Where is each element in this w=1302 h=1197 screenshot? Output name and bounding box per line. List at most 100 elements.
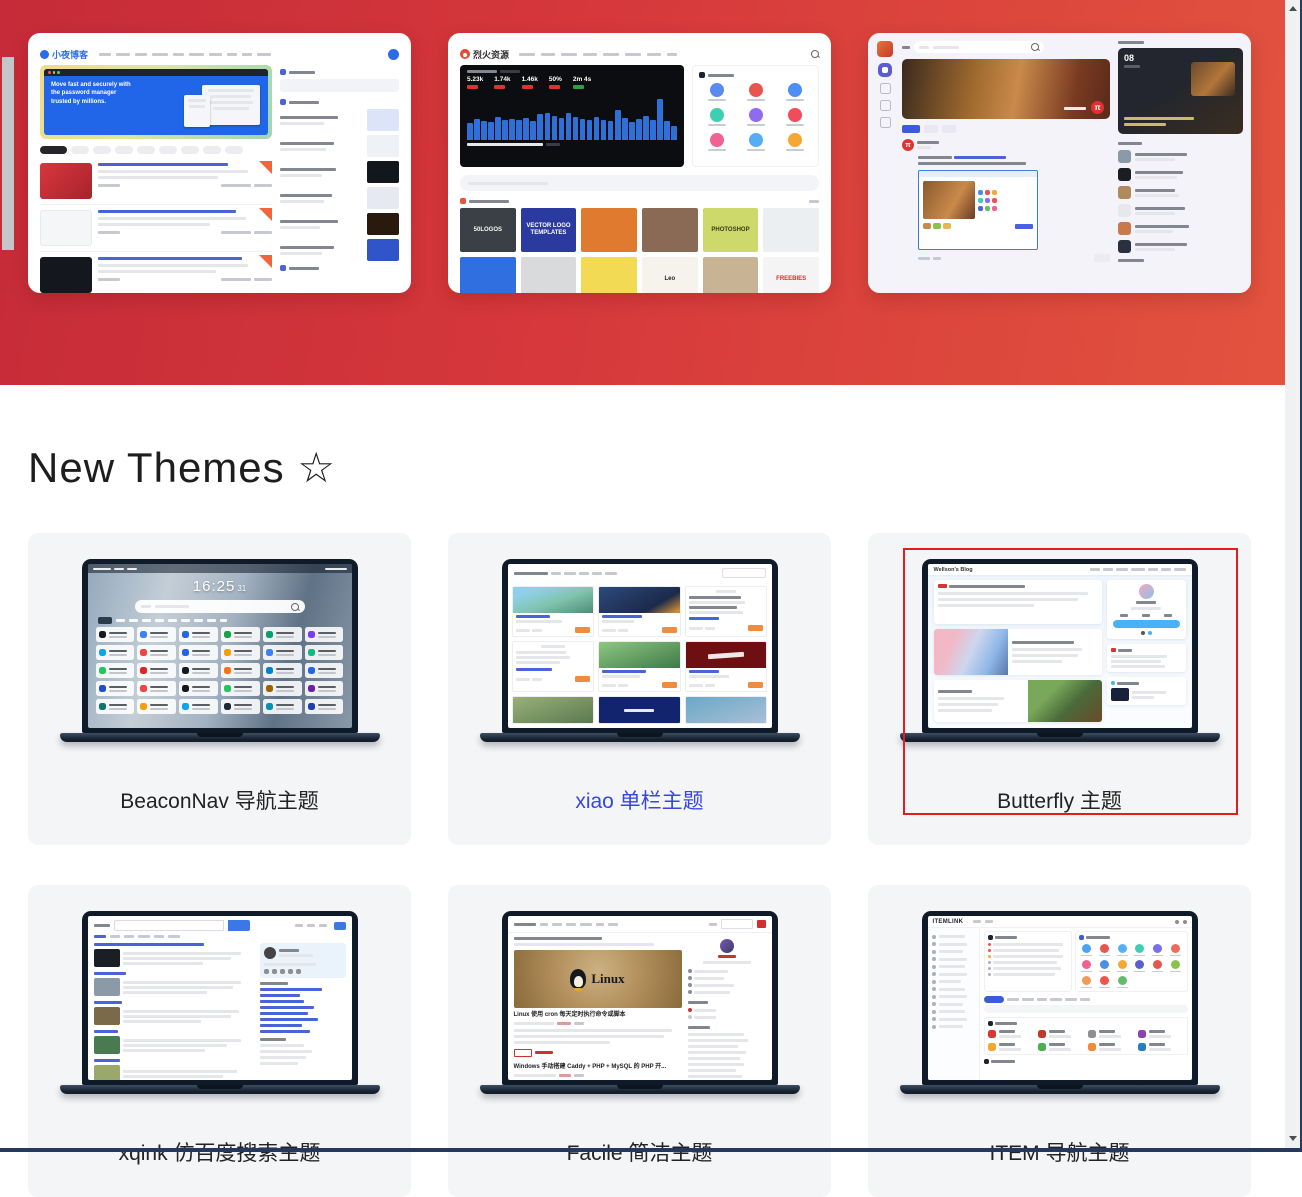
decor [985, 206, 990, 211]
scrollbar-thumb[interactable] [2, 57, 14, 250]
decor [280, 246, 334, 255]
decor [260, 1062, 298, 1065]
decor [991, 1060, 1015, 1063]
decor [94, 935, 106, 938]
decor [254, 184, 272, 187]
decor [1118, 222, 1131, 235]
chartbar-item [537, 114, 543, 140]
tool2-item [1168, 960, 1184, 972]
decor [137, 146, 155, 154]
ribbon-icon [259, 208, 272, 221]
banner-preview-forum[interactable]: π π [868, 33, 1251, 293]
decor [184, 95, 210, 127]
decor [598, 696, 681, 724]
decor: Move fast and securely with [51, 81, 141, 89]
decor [48, 71, 51, 74]
res-item: 50LOGOS [460, 208, 516, 252]
theme-title[interactable]: BeaconNav 导航主题 [28, 785, 411, 815]
decor [94, 949, 254, 967]
decor [708, 74, 734, 77]
preview-blog-navbar: 小夜博客 [40, 43, 399, 65]
laptop-mockup: Linux Linux 使用 cron 每天定时执行命令或脚本 Windows … [480, 911, 800, 1094]
scroll-down-button[interactable] [1285, 1130, 1300, 1146]
home-icon [878, 63, 892, 77]
tile-item [263, 681, 302, 696]
decor [992, 198, 997, 203]
decor [40, 163, 92, 199]
decor [919, 46, 929, 49]
chartbar-item [608, 121, 614, 139]
decor [999, 1035, 1021, 1038]
decor [1135, 171, 1183, 174]
theme-card-xiao[interactable]: xiao 单栏主题 [448, 533, 831, 845]
decor [932, 935, 936, 939]
decor [1149, 1030, 1165, 1033]
decor [932, 965, 936, 969]
theme-title[interactable]: Facile 简洁主题 [448, 1137, 831, 1167]
decor [94, 972, 126, 975]
decor [1088, 1043, 1134, 1051]
decor [280, 265, 399, 271]
banner-preview-resources[interactable]: 烈火资源 5.23k 1.74k 1.46k 50% 2m 4s [448, 33, 831, 293]
decor [260, 1050, 312, 1053]
chartbar-item [481, 121, 487, 139]
decor [159, 146, 177, 154]
decor [225, 146, 243, 154]
decor [999, 1048, 1021, 1051]
decor [688, 1075, 742, 1078]
sidebar-post [280, 239, 399, 261]
embedded-screenshot [918, 170, 1038, 250]
decor [98, 163, 228, 166]
item-logo: ITEMLINK [933, 919, 964, 925]
search-icon [811, 50, 819, 58]
decor [1138, 1030, 1184, 1038]
decor [932, 1002, 936, 1006]
decor [280, 168, 336, 177]
decor [307, 924, 315, 927]
theme-card-butterfly[interactable]: Wellson's Blog [868, 533, 1251, 845]
decor: 1.74k [494, 76, 510, 84]
chartbar-item [601, 120, 607, 140]
decor [98, 170, 248, 173]
decor [123, 1039, 241, 1042]
decor [535, 1051, 553, 1054]
theme-card-beaconnav[interactable]: 16:2531 BeaconNav 导航主题 [28, 533, 411, 845]
tool2-item [1132, 944, 1148, 956]
decor [460, 198, 509, 204]
decor [367, 187, 399, 209]
theme-title[interactable]: xqink 仿百度搜索主题 [28, 1137, 411, 1167]
banner-preview-blog[interactable]: 小夜博客 Move fast and securely wi [28, 33, 411, 293]
profile-card [260, 943, 346, 978]
decor [98, 231, 272, 234]
decor [575, 627, 590, 633]
theme-title[interactable]: xiao 单栏主题 [448, 785, 831, 815]
decor [1099, 1043, 1115, 1046]
decor [999, 1043, 1021, 1051]
decor [280, 246, 334, 249]
decor [522, 85, 533, 89]
decor [932, 935, 975, 939]
decor [220, 619, 227, 622]
decor [688, 969, 766, 973]
chartbar-item [495, 117, 501, 140]
decor [94, 1059, 120, 1062]
window-bottom-edge [0, 1148, 1302, 1152]
decor [514, 1049, 682, 1057]
scroll-up-button[interactable] [1285, 0, 1300, 16]
decor [932, 950, 975, 954]
tool-icon-grid [1079, 944, 1184, 988]
preview-resources-search [460, 175, 819, 191]
decor [1135, 225, 1189, 228]
decor [688, 990, 766, 994]
decor [579, 572, 589, 575]
decor [152, 53, 168, 56]
decor [1049, 1043, 1071, 1051]
scrollbar-track[interactable] [1285, 0, 1300, 1152]
section-heading: New Themes ☆ [28, 443, 336, 492]
decor [1135, 158, 1175, 161]
theme-title[interactable]: ITEM 导航主题 [868, 1137, 1251, 1167]
decor [689, 627, 703, 630]
decor: Move fast and securely with the password… [40, 65, 399, 293]
decor [280, 122, 324, 125]
laptop-mockup: 16:2531 [60, 559, 380, 742]
